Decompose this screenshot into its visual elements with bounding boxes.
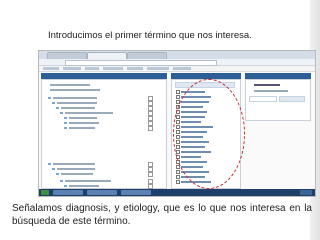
taskbar-item[interactable] xyxy=(121,190,151,195)
tree-row[interactable] xyxy=(64,116,163,121)
browser-tab[interactable] xyxy=(47,52,87,59)
browser-screenshot xyxy=(38,50,316,197)
browser-tab[interactable] xyxy=(127,52,167,59)
tree-row[interactable] xyxy=(56,172,163,177)
tree-row[interactable] xyxy=(60,179,163,184)
bookmark[interactable] xyxy=(103,67,123,70)
address-bar-row xyxy=(39,59,315,66)
bookmark[interactable] xyxy=(63,67,81,70)
tree-row[interactable] xyxy=(56,106,163,111)
tree-row[interactable] xyxy=(52,101,163,106)
tree-panel xyxy=(41,79,167,189)
taskbar-start-button[interactable] xyxy=(41,190,49,195)
slide-caption-top: Introducimos el primer término que nos i… xyxy=(48,30,252,41)
bookmarks-bar xyxy=(39,66,315,72)
tree-row[interactable] xyxy=(64,121,163,126)
bookmark[interactable] xyxy=(173,67,191,70)
os-taskbar xyxy=(39,189,315,196)
highlight-oval xyxy=(173,79,245,189)
taskbar-clock xyxy=(300,190,312,195)
tree-row[interactable] xyxy=(52,167,163,172)
taskbar-item[interactable] xyxy=(87,190,117,195)
bookmark[interactable] xyxy=(147,67,169,70)
tree-row[interactable] xyxy=(64,184,163,189)
tree-row[interactable] xyxy=(48,162,163,167)
bookmark[interactable] xyxy=(127,67,143,70)
taskbar-item[interactable] xyxy=(53,190,83,195)
tree-row[interactable] xyxy=(45,88,163,92)
bookmark[interactable] xyxy=(85,67,99,70)
tree-row[interactable] xyxy=(48,96,163,101)
browser-tab[interactable] xyxy=(87,52,127,59)
builder-row xyxy=(249,89,307,93)
slide-caption-bottom: Señalamos diagnosis, y etiology, que es … xyxy=(12,203,312,227)
tree-row[interactable] xyxy=(45,83,163,87)
builder-option[interactable] xyxy=(279,96,305,102)
builder-panel xyxy=(245,79,311,121)
bookmark[interactable] xyxy=(43,67,59,70)
tree-row[interactable] xyxy=(64,126,163,131)
browser-tab-bar xyxy=(39,51,315,59)
builder-row xyxy=(249,83,307,87)
builder-input[interactable] xyxy=(249,96,277,102)
tree-row[interactable] xyxy=(60,111,163,116)
